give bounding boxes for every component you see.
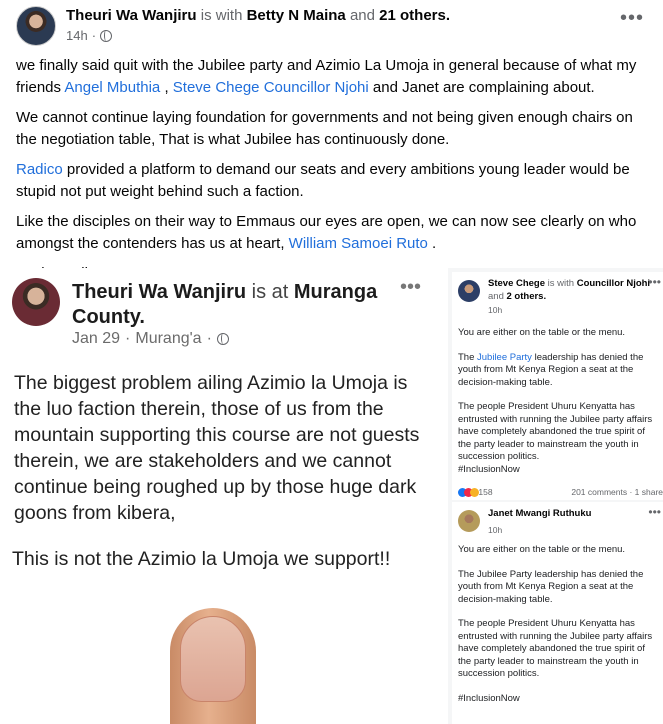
rc1-hashtag: #InclusionNow bbox=[458, 463, 520, 475]
post-text: we finally said quit with the Jubilee pa… bbox=[16, 55, 648, 293]
others-link[interactable]: 21 others. bbox=[379, 7, 450, 24]
paragraph-2: We cannot continue laying foundation for… bbox=[16, 109, 633, 148]
left-card-meta: Jan 29 · Murang'a · bbox=[72, 330, 229, 348]
rc1-line: youth from Mt Kenya Region a seat at the bbox=[458, 364, 634, 375]
left-card-text: The biggest problem ailing Azimio la Umo… bbox=[14, 372, 420, 524]
right-screenshot-card-1: Steve Chege is with Councillor Njohi and… bbox=[452, 272, 663, 500]
rc2-avatar bbox=[458, 510, 480, 532]
rc1-author: Steve Chege bbox=[488, 278, 546, 289]
left-card-avatar bbox=[12, 278, 60, 326]
rc1-avatar bbox=[458, 280, 480, 302]
left-card-is-at: is at bbox=[251, 281, 289, 303]
rc2-more-icon: ••• bbox=[648, 505, 661, 519]
rc2-author: Janet Mwangi Ruthuku bbox=[488, 508, 592, 519]
rc2-line: youth from Mt Kenya Region a seat at the bbox=[458, 581, 634, 592]
rc1-time: 10h bbox=[488, 305, 503, 315]
rc2-line: the party leader to mainstream the youth… bbox=[458, 655, 639, 667]
rc1-body: You are either on the table or the menu.… bbox=[458, 327, 663, 488]
rc2-line: The people President Uhuru Kenyatta has bbox=[458, 618, 635, 629]
rc2-line: succession politics. bbox=[458, 668, 540, 679]
globe-icon bbox=[216, 333, 229, 345]
rc2-time: 10h bbox=[488, 525, 503, 535]
rc1-others: 2 others. bbox=[506, 290, 547, 302]
meta-separator: · bbox=[206, 330, 212, 347]
rc1-and: and bbox=[488, 290, 504, 302]
left-card-more-icon: ••• bbox=[400, 276, 422, 298]
mention-angel-mbuthia[interactable]: Angel Mbuthia bbox=[64, 79, 160, 96]
rc1-line: the party leader to mainstream the youth… bbox=[458, 438, 639, 450]
author-name-link[interactable]: Theuri Wa Wanjiru bbox=[66, 7, 197, 24]
rc1-comments: 201 comments · 1 share bbox=[571, 487, 663, 497]
right-screenshot-card-2: Janet Mwangi Ruthuku 10h ••• You are eit… bbox=[452, 502, 663, 724]
rc1-tagged: Councillor Njohi bbox=[576, 278, 651, 289]
rc1-line: succession politics. bbox=[458, 451, 540, 462]
left-card-author: Theuri Wa Wanjiru bbox=[72, 281, 247, 303]
globe-icon[interactable] bbox=[100, 29, 113, 42]
rc2-line: The Jubilee Party leadership has denied … bbox=[458, 568, 644, 580]
mention-steve-chege[interactable]: Steve Chege Councillor Njohi bbox=[173, 79, 369, 96]
left-card-header: Theuri Wa Wanjiru is at Muranga County. bbox=[72, 280, 392, 330]
paragraph-1: we finally said quit with the Jubilee pa… bbox=[16, 57, 637, 96]
rc1-more-icon: ••• bbox=[648, 275, 661, 289]
rc1-line: decision-making table. bbox=[458, 376, 553, 388]
left-screenshot-card: Theuri Wa Wanjiru is at Muranga County. … bbox=[0, 268, 448, 724]
reaction-icons bbox=[458, 488, 479, 498]
post-header: Theuri Wa Wanjiru is with Betty N Maina … bbox=[66, 7, 450, 24]
fingernail bbox=[180, 616, 246, 702]
tagged-user-link[interactable]: Betty N Maina bbox=[247, 7, 346, 24]
mention-radico[interactable]: Radico bbox=[16, 161, 63, 178]
rc1-reaction-count: 158 bbox=[478, 487, 493, 497]
post-time[interactable]: 14h bbox=[66, 28, 88, 43]
rc2-line: entrusted with running the Jubilee party… bbox=[458, 630, 653, 642]
post-meta: 14h · bbox=[66, 28, 113, 43]
rc2-line: have completely abandoned the true spiri… bbox=[458, 643, 645, 654]
left-card-text-2: This is not the Azimio la Umoja we suppo… bbox=[12, 548, 391, 570]
more-options-button[interactable]: ••• bbox=[617, 8, 647, 38]
meta-separator: · bbox=[91, 28, 97, 43]
rc1-header: Steve Chege is with Councillor Njohi and… bbox=[488, 278, 658, 303]
mention-william-ruto[interactable]: William Samoei Ruto bbox=[289, 235, 428, 252]
rc1-line: have completely abandoned the true spiri… bbox=[458, 426, 645, 437]
left-card-location: Murang'a bbox=[135, 330, 202, 347]
rc2-line: decision-making table. bbox=[458, 593, 553, 605]
rc2-line: You are either on the table or the menu. bbox=[458, 544, 626, 555]
paragraph-3: Radico provided a platform to demand our… bbox=[16, 161, 630, 200]
and-text: and bbox=[349, 7, 375, 24]
meta-separator: · bbox=[125, 330, 131, 347]
rc2-hashtag: #InclusionNow bbox=[458, 692, 520, 704]
rc1-jubilee-link: Jubilee Party bbox=[477, 351, 532, 363]
rc1-line: entrusted with running the Jubilee party… bbox=[458, 413, 653, 425]
left-card-date: Jan 29 bbox=[72, 330, 121, 347]
author-avatar[interactable] bbox=[16, 6, 56, 46]
finger-image bbox=[170, 608, 256, 724]
paragraph-4: Like the disciples on their way to Emmau… bbox=[16, 213, 637, 252]
rc1-footer: 158 201 comments · 1 share bbox=[458, 486, 663, 499]
rc2-header: Janet Mwangi Ruthuku bbox=[488, 508, 658, 521]
rc1-is-with: is with bbox=[547, 278, 575, 289]
rc2-body: You are either on the table or the menu.… bbox=[458, 544, 663, 717]
rc1-line: The Jubilee Party leadership has denied … bbox=[458, 351, 644, 363]
rc1-line: The people President Uhuru Kenyatta has bbox=[458, 401, 635, 412]
with-text: is with bbox=[200, 7, 243, 24]
post-image[interactable]: Theuri Wa Wanjiru is at Muranga County. … bbox=[0, 268, 663, 724]
rc1-line: You are either on the table or the menu. bbox=[458, 327, 626, 338]
